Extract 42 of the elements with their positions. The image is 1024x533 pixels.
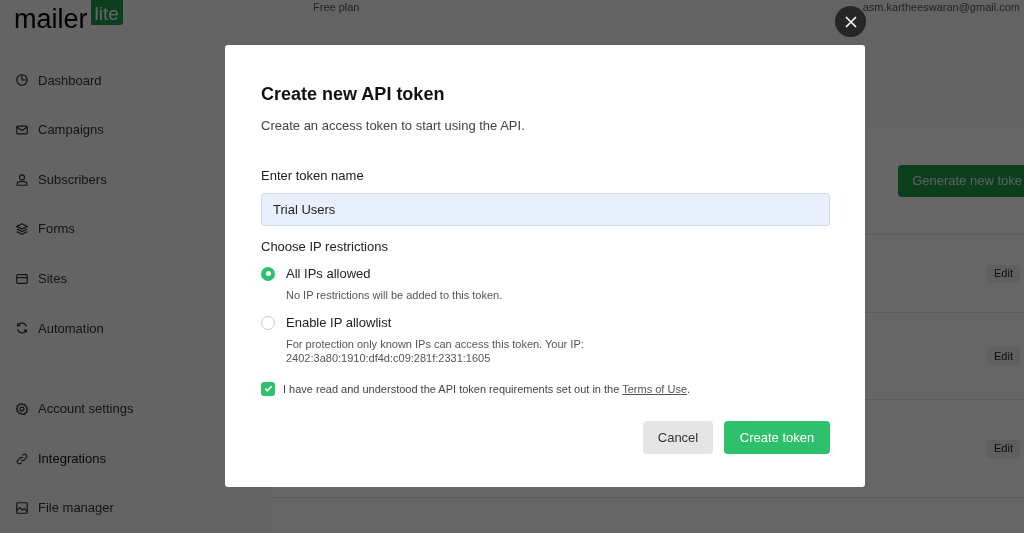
option-description: For protection only known IPs can access this token. Your IP: 2402:3a80:1910:df4d:c09:281f:2331:1605 — [286, 336, 584, 365]
settings-icon — [15, 402, 29, 416]
sidebar-item[interactable]: Dashboard — [0, 55, 235, 106]
sidebar-item[interactable]: Subscribers — [0, 154, 235, 205]
refresh-icon — [15, 321, 29, 336]
sidebar-item[interactable]: Account settings — [0, 384, 235, 434]
browser-window-icon — [15, 271, 29, 286]
field-label: Enter token name — [261, 166, 365, 185]
account-email: asm.kartheeswaran@gmail.com — [862, 0, 1020, 14]
radio-button[interactable] — [261, 266, 275, 281]
link-icon — [15, 451, 29, 466]
logo-badge: lite — [90, 0, 123, 25]
option-description: No IP restrictions will be added to this token. — [286, 287, 503, 302]
image-icon — [15, 501, 29, 516]
token-name-field[interactable]: Trial Users — [261, 193, 830, 226]
layers-icon — [15, 222, 29, 237]
sidebar-item[interactable]: Automation — [0, 303, 235, 354]
edit-button[interactable]: Edit — [987, 264, 1020, 283]
terms-checkbox[interactable] — [261, 381, 275, 396]
sidebar-item[interactable]: Integrations — [0, 433, 235, 484]
logo-wordmark: mailer — [14, 6, 88, 33]
dialog-subtitle: Create an access token to start using the API. — [261, 117, 526, 135]
sidebar-item[interactable]: File manager — [0, 483, 235, 533]
envelope-icon — [15, 123, 29, 138]
edit-button[interactable]: Edit — [987, 347, 1020, 365]
section-label: Choose IP restrictions — [261, 238, 389, 256]
plan-label: Free plan — [313, 0, 360, 14]
cancel-button[interactable]: Cancel — [643, 421, 713, 454]
radio-button[interactable] — [261, 315, 275, 330]
sidebar-item[interactable]: Forms — [0, 204, 235, 255]
radio-label: Enable IP allowlist — [286, 314, 393, 331]
terms-link[interactable]: Terms of Use — [622, 382, 687, 395]
sidebar-item[interactable]: Sites — [0, 254, 235, 304]
dialog-title: Create new API token — [261, 83, 446, 105]
radio-label: All IPs allowed — [286, 265, 372, 282]
terms-text: I have read and understood the API token requirements set out in the Terms of Use. — [283, 381, 691, 397]
generate-token-button[interactable]: Generate new toke — [898, 165, 1024, 197]
sidebar-item[interactable]: Campaigns — [0, 105, 235, 155]
chart-pie-icon — [15, 73, 29, 88]
user-icon — [15, 172, 29, 187]
create-token-button[interactable]: Create token — [724, 421, 830, 454]
edit-button[interactable]: Edit — [987, 439, 1020, 458]
